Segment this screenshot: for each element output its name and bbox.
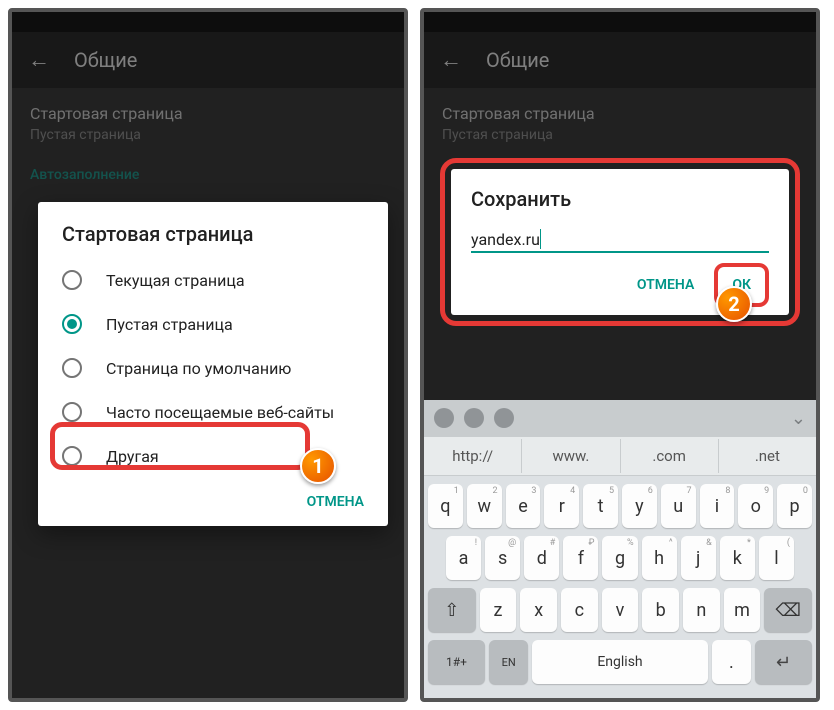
suggestion[interactable]: .com <box>621 439 719 473</box>
phone-right: ← Общие Стартовая страница Пустая страни… <box>420 8 820 702</box>
dialog-title: Стартовая страница <box>38 222 388 258</box>
radio-label: Страница по умолчанию <box>106 359 291 378</box>
radio-icon <box>62 270 82 290</box>
radio-icon <box>62 358 82 378</box>
keyboard-row-3: ⇧ zxcvbnm ⌫ <box>428 588 812 632</box>
keyboard-toolbar: ⌄ <box>424 400 816 436</box>
keyboard-row-2: a!s@d#f₽g%h^j&k*l( <box>428 536 812 580</box>
suggestion[interactable]: .net <box>719 439 816 473</box>
space-key[interactable]: English <box>532 640 707 684</box>
enter-key[interactable]: ↵ <box>755 640 812 684</box>
radio-option-current[interactable]: Текущая страница <box>38 258 388 302</box>
key-m[interactable]: m <box>724 588 761 632</box>
key-s[interactable]: s@ <box>485 536 520 580</box>
key-x[interactable]: x <box>520 588 557 632</box>
period-key[interactable]: . <box>712 640 751 684</box>
callout-badge-2: 2 <box>716 286 752 322</box>
key-u[interactable]: u7 <box>661 484 696 528</box>
phone-left: ← Общие Стартовая страница Пустая страни… <box>8 8 408 702</box>
text-cursor-icon <box>540 229 541 249</box>
key-d[interactable]: d# <box>524 536 559 580</box>
key-z[interactable]: z <box>480 588 517 632</box>
callout-badge-1: 1 <box>300 448 336 484</box>
keyboard-row-4: 1#+ EN English . ↵ <box>428 640 812 684</box>
dialog-title: Сохранить <box>471 187 769 211</box>
soft-keyboard: ⌄ http:// www. .com .net q1w2e3r4t5y6u7i… <box>424 400 816 698</box>
key-f[interactable]: f₽ <box>563 536 598 580</box>
key-j[interactable]: j& <box>681 536 716 580</box>
symbols-key[interactable]: 1#+ <box>428 640 485 684</box>
key-a[interactable]: a! <box>446 536 481 580</box>
gear-icon[interactable] <box>434 408 454 428</box>
key-i[interactable]: i8 <box>700 484 735 528</box>
key-k[interactable]: k* <box>720 536 755 580</box>
suggestion[interactable]: www. <box>522 439 620 473</box>
key-o[interactable]: o9 <box>738 484 773 528</box>
url-input-value: yandex.ru <box>471 230 540 249</box>
chevron-down-icon[interactable]: ⌄ <box>791 408 806 429</box>
key-y[interactable]: y6 <box>622 484 657 528</box>
key-p[interactable]: p0 <box>777 484 812 528</box>
key-e[interactable]: e3 <box>506 484 541 528</box>
radio-option-frequent[interactable]: Часто посещаемые веб-сайты <box>38 390 388 434</box>
key-h[interactable]: h^ <box>642 536 677 580</box>
key-w[interactable]: w2 <box>467 484 502 528</box>
cancel-button[interactable]: ОТМЕНА <box>299 486 372 518</box>
radio-label: Пустая страница <box>106 315 233 334</box>
key-b[interactable]: b <box>642 588 679 632</box>
backspace-key[interactable]: ⌫ <box>764 588 812 632</box>
suggestion[interactable]: http:// <box>424 439 522 473</box>
lang-key[interactable]: EN <box>489 640 528 684</box>
radio-option-other[interactable]: Другая <box>38 434 388 478</box>
key-q[interactable]: q1 <box>428 484 463 528</box>
url-input[interactable]: yandex.ru <box>471 229 769 253</box>
key-t[interactable]: t5 <box>583 484 618 528</box>
radio-icon-checked <box>62 314 82 334</box>
radio-label: Другая <box>106 447 159 466</box>
keyboard-row-1: q1w2e3r4t5y6u7i8o9p0 <box>428 484 812 528</box>
radio-icon <box>62 402 82 422</box>
key-l[interactable]: l( <box>759 536 794 580</box>
cancel-button[interactable]: ОТМЕНА <box>629 269 702 301</box>
key-n[interactable]: n <box>683 588 720 632</box>
key-r[interactable]: r4 <box>544 484 579 528</box>
clipboard-icon[interactable] <box>494 408 514 428</box>
key-c[interactable]: c <box>561 588 598 632</box>
startpage-dialog: Стартовая страница Текущая страница Пуст… <box>38 202 388 526</box>
radio-label: Часто посещаемые веб-сайты <box>106 403 334 422</box>
radio-icon <box>62 446 82 466</box>
key-v[interactable]: v <box>602 588 639 632</box>
radio-option-blank[interactable]: Пустая страница <box>38 302 388 346</box>
shift-key[interactable]: ⇧ <box>428 588 476 632</box>
keyboard-suggestions: http:// www. .com .net <box>424 436 816 476</box>
radio-label: Текущая страница <box>106 271 245 290</box>
save-dialog-highlight: Сохранить yandex.ru ОТМЕНА ОК 2 <box>440 158 800 326</box>
theme-icon[interactable] <box>464 408 484 428</box>
key-g[interactable]: g% <box>602 536 637 580</box>
radio-option-default[interactable]: Страница по умолчанию <box>38 346 388 390</box>
